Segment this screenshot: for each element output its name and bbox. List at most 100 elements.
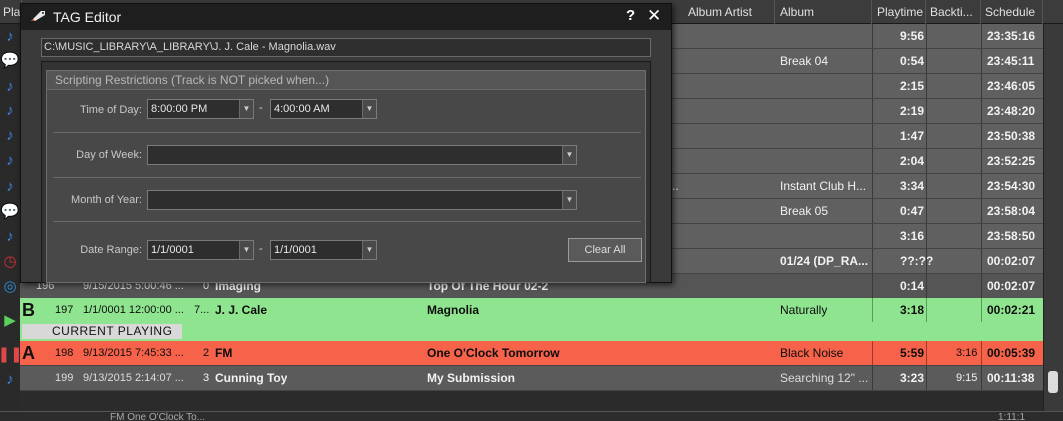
play-icon[interactable]: ▶ — [0, 308, 20, 332]
playtime-cell: 3:34 — [900, 179, 925, 193]
music-note-icon: ♪ — [6, 177, 14, 195]
dialog-title: TAG Editor — [53, 9, 122, 25]
table-row[interactable]: 199 9/13/2015 2:14:07 ... 3 Cunning Toy … — [20, 366, 1043, 391]
column-header-album[interactable]: Album — [777, 0, 872, 24]
chevron-down-icon[interactable]: ▼ — [239, 241, 253, 259]
date-cell: 9/13/2015 2:14:07 ... — [83, 372, 184, 384]
date-cell: 9/13/2015 7:45:33 ... — [83, 347, 184, 359]
music-note-icon: ♪ — [6, 227, 14, 245]
schedule-cell: 00:02:21 — [987, 303, 1036, 317]
playtime-cell: 5:59 — [900, 346, 925, 360]
day-of-week-select[interactable]: ▼ — [147, 145, 577, 165]
playtime-cell: 3:16 — [900, 229, 925, 243]
range-dash: - — [259, 102, 263, 114]
title-cell: Magnolia — [427, 303, 480, 317]
playtime-cell: 2:04 — [900, 154, 925, 168]
index-cell: 7... — [194, 304, 210, 316]
time-of-day-label: Time of Day: — [80, 104, 142, 116]
time-of-day-from-select[interactable]: 8:00:00 PM ▼ — [147, 99, 254, 119]
date-range-to-select[interactable]: 1/1/0001 ▼ — [270, 240, 377, 260]
title-cell: One O'Clock Tomorrow — [427, 346, 560, 360]
status-now-playing: FM One O'Clock To... — [110, 412, 206, 421]
schedule-cell: 23:54:30 — [987, 179, 1036, 193]
date-range-from-select[interactable]: 1/1/0001 ▼ — [147, 240, 254, 260]
music-note-icon: ♪ — [6, 151, 14, 169]
scripting-restrictions-title: Scripting Restrictions (Track is NOT pic… — [47, 71, 645, 90]
title-cell: My Submission — [427, 371, 516, 385]
schedule-cell: 23:58:50 — [987, 229, 1036, 243]
help-button[interactable]: ? — [626, 7, 635, 24]
album-cell: Break 05 — [780, 204, 829, 218]
chevron-down-icon[interactable]: ▼ — [562, 146, 576, 164]
status-right-text: 1:11:1 — [998, 412, 1026, 421]
schedule-cell: 23:46:05 — [987, 79, 1036, 93]
row-number: 199 — [55, 372, 74, 384]
time-of-day-to-select[interactable]: 4:00:00 AM ▼ — [270, 99, 377, 119]
clear-all-button[interactable]: Clear All — [568, 238, 642, 262]
month-of-year-label: Month of Year: — [71, 194, 142, 206]
chevron-down-icon[interactable]: ▼ — [362, 100, 376, 118]
index-cell: 3 — [203, 372, 210, 384]
chevron-down-icon[interactable]: ▼ — [239, 100, 253, 118]
divider — [53, 177, 641, 178]
date-range-to-value: 1/1/0001 — [274, 244, 317, 256]
table-row-playing[interactable]: B 197 1/1/0001 12:00:00 ... 7... J. J. C… — [20, 298, 1043, 323]
schedule-cell: 23:45:11 — [987, 54, 1035, 68]
month-of-year-select[interactable]: ▼ — [147, 190, 577, 210]
chevron-down-icon[interactable]: ▼ — [362, 241, 376, 259]
player-b-label: B — [22, 300, 35, 320]
music-note-icon: ♪ — [6, 77, 14, 95]
speech-bubble-icon: 💬 — [0, 51, 20, 69]
music-note-icon: ♪ — [6, 27, 14, 45]
title-cell-tail: .. — [672, 179, 679, 193]
schedule-cell: 00:11:38 — [987, 371, 1035, 385]
pause-icon[interactable]: ❚❚ — [0, 342, 23, 366]
scripting-restrictions-group: Scripting Restrictions (Track is NOT pic… — [46, 70, 646, 283]
column-header-playtime[interactable]: Playtime — [874, 0, 926, 24]
playtime-cell: 0:54 — [900, 54, 925, 68]
playtime-cell: 3:23 — [900, 371, 925, 385]
column-header-album-artist[interactable]: Album Artist — [685, 0, 775, 24]
schedule-cell: 23:58:04 — [987, 204, 1036, 218]
schedule-cell: 00:02:07 — [987, 254, 1036, 268]
date-range-label: Date Range: — [80, 244, 142, 256]
status-bar: FM One O'Clock To... 1:11:1 — [0, 411, 1063, 421]
current-playing-label: CURRENT PLAYING — [22, 324, 182, 339]
column-header-play[interactable]: Pla — [0, 0, 22, 24]
row-number: 198 — [55, 347, 74, 359]
time-of-day-to-value: 4:00:00 AM — [274, 103, 330, 115]
divider — [53, 132, 641, 133]
index-cell: 2 — [203, 347, 210, 359]
time-of-day-from-value: 8:00:00 PM — [151, 103, 208, 115]
music-note-icon: ♪ — [6, 101, 14, 119]
artist-cell: Cunning Toy — [215, 371, 288, 385]
artist-cell: FM — [215, 346, 233, 360]
column-header-backtime[interactable]: Backti... — [927, 0, 981, 24]
row-icon-column: ♪ 💬 ♪ ♪ ♪ ♪ ♪ 💬 ♪ ◷ ◎ ▶ ❚❚ ♪ — [0, 24, 23, 411]
scrollbar-thumb[interactable] — [1048, 371, 1058, 393]
playtime-cell: 3:18 — [900, 303, 925, 317]
music-note-icon: ♪ — [6, 370, 14, 388]
playtime-cell: 0:14 — [900, 279, 925, 293]
player-a-label: A — [22, 343, 35, 363]
chevron-down-icon[interactable]: ▼ — [562, 191, 576, 209]
date-range-from-value: 1/1/0001 — [151, 244, 194, 256]
playtime-cell: 0:47 — [900, 204, 925, 218]
vertical-scrollbar[interactable] — [1043, 24, 1063, 411]
schedule-cell: 23:48:20 — [987, 104, 1036, 118]
dialog-titlebar[interactable]: TAG Editor ? ✕ — [21, 4, 671, 30]
schedule-cell: 00:05:39 — [987, 346, 1036, 360]
divider — [53, 221, 641, 222]
table-row-next[interactable]: A 198 9/13/2015 7:45:33 ... 2 FM One O'C… — [20, 341, 1043, 366]
schedule-cell: 23:50:38 — [987, 129, 1036, 143]
file-path-field[interactable]: C:\MUSIC_LIBRARY\A_LIBRARY\J. J. Cale - … — [41, 38, 651, 57]
close-button[interactable]: ✕ — [647, 6, 661, 26]
album-cell: Break 04 — [780, 54, 829, 68]
playtime-cell: 9:56 — [900, 29, 925, 43]
playtime-cell: 2:15 — [900, 79, 925, 93]
schedule-cell: 00:02:07 — [987, 279, 1036, 293]
column-header-schedule[interactable]: Schedule — [982, 0, 1043, 24]
speech-bubble-icon: 💬 — [0, 202, 20, 220]
target-icon: ◎ — [3, 277, 17, 295]
dialog-content-frame: Scripting Restrictions (Track is NOT pic… — [41, 61, 651, 283]
